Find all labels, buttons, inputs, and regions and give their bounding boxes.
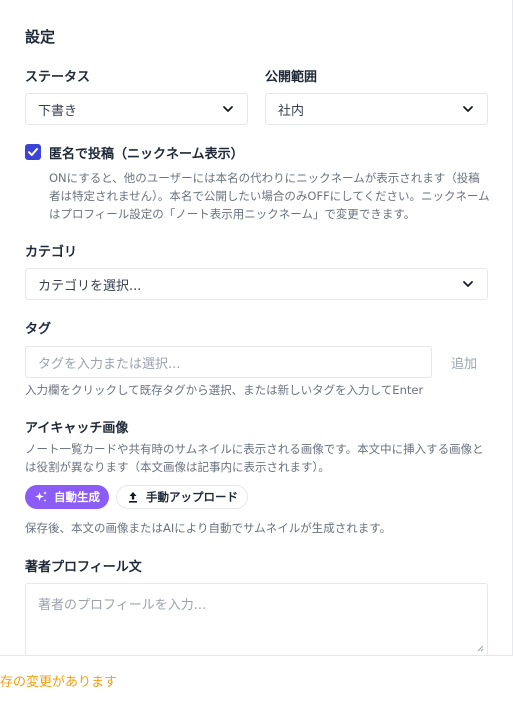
anonymous-help-1: ONにすると、他のユーザーには本名の代わりにニックネームが表示されます（投稿 [49, 171, 480, 185]
tag-input[interactable]: タグを入力または選択... [25, 346, 432, 378]
upload-icon [129, 492, 137, 503]
status-select[interactable]: 下書き [25, 93, 248, 125]
anonymous-help-2: 者は特定されません）。本名で公開したい場合のみOFFにしてください。ニックネーム [49, 189, 490, 203]
thumbnail-note: 保存後、本文の画像またはAIにより自動でサムネイルが生成されます。 [25, 521, 392, 535]
auto-generate-label: 自動生成 [54, 490, 100, 504]
category-select[interactable]: カテゴリを選択... [25, 268, 488, 300]
manual-upload-label: 手動アップロード [146, 490, 238, 504]
unsaved-changes-text: 存の変更があります [0, 675, 118, 690]
profile-label: 著者プロフィール文 [25, 560, 142, 575]
panel-title: 設定 [25, 28, 56, 46]
category-value: カテゴリを選択... [38, 278, 142, 294]
anonymous-checkbox[interactable] [25, 144, 41, 160]
resize-grip-icon[interactable] [476, 644, 484, 652]
profile-placeholder: 著者のプロフィールを入力... [38, 598, 207, 613]
add-tag-button[interactable]: 追加 [441, 346, 487, 378]
thumbnail-help-2: は役割が異なります（本文画像は記事内に表示されます）。 [25, 460, 330, 474]
checkmark-icon [28, 148, 38, 156]
anonymous-help-3: はプロフィール設定の「ノート表示用ニックネーム」で変更できます。 [49, 207, 416, 221]
status-label: ステータス [25, 70, 91, 85]
thumbnail-label: アイキャッチ画像 [25, 421, 129, 436]
chevron-down-icon [463, 281, 473, 287]
visibility-select[interactable]: 社内 [265, 93, 488, 125]
tags-label: タグ [25, 322, 52, 337]
tag-input-placeholder: タグを入力または選択... [38, 356, 181, 372]
settings-panel: 設定 ステータス 下書き 公開範囲 社内 匿名で投稿（ニックネーム表示） ONに… [0, 0, 513, 656]
chevron-down-icon [223, 106, 233, 112]
manual-upload-button[interactable]: 手動アップロード [116, 485, 248, 509]
status-value: 下書き [38, 103, 78, 119]
anonymous-label[interactable]: 匿名で投稿（ニックネーム表示） [49, 143, 244, 162]
visibility-value: 社内 [278, 103, 305, 119]
category-label: カテゴリ [25, 245, 78, 260]
sparkles-icon [35, 491, 47, 502]
auto-generate-button[interactable]: 自動生成 [25, 485, 109, 509]
chevron-down-icon [463, 106, 473, 112]
tags-help: 入力欄をクリックして既存タグから選択、または新しいタグを入力してEnter [25, 383, 424, 397]
profile-textarea[interactable]: 著者のプロフィールを入力... [25, 583, 488, 656]
visibility-label: 公開範囲 [265, 70, 318, 85]
thumbnail-help-1: ノート一覧カードや共有時のサムネイルに表示される画像です。本文中に挿入する画像と [25, 442, 484, 456]
